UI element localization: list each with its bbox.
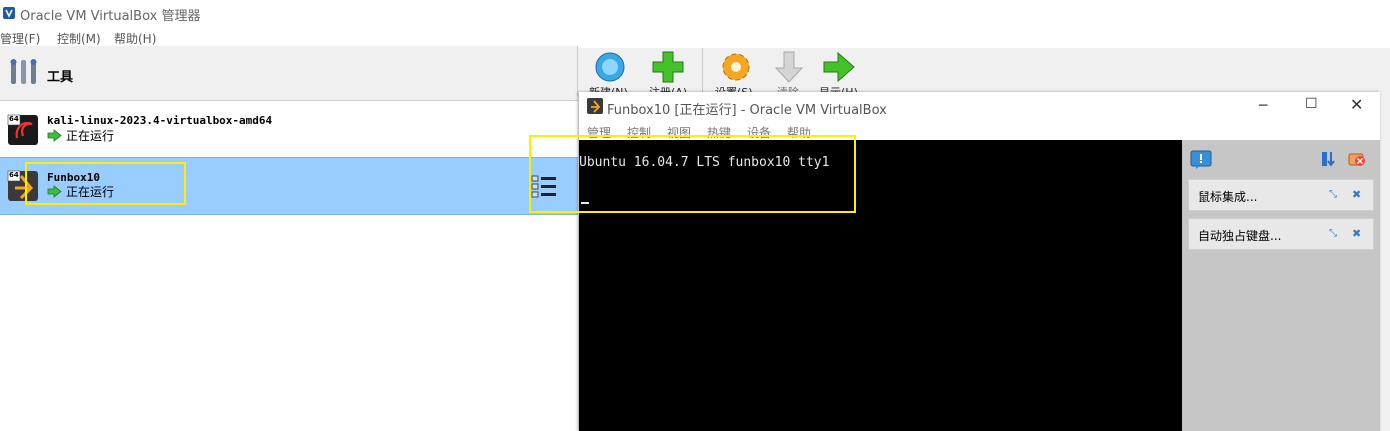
add-icon <box>652 51 684 83</box>
vm-row-kali[interactable]: 64 kali-linux-2023.4-virtualbox-amd64 正在… <box>0 101 578 157</box>
maximize-icon[interactable]: ☐ <box>1305 96 1318 112</box>
notification-center: 鼠标集成... ⤡ ✖ 自动独占键盘... ⤡ ✖ <box>1182 140 1380 431</box>
minimize-icon[interactable]: ─ <box>1259 98 1267 114</box>
manager-title-bar: Oracle VM VirtualBox 管理器 <box>0 0 1390 28</box>
tools-icon <box>10 59 37 84</box>
close-notice-icon[interactable]: ✖ <box>1352 227 1361 240</box>
toggle-notice-icon[interactable]: ⤡ <box>1329 189 1337 200</box>
toggle-notice-icon[interactable]: ⤡ <box>1329 228 1337 239</box>
discard-button[interactable]: 清除 <box>769 48 809 99</box>
menu-control[interactable]: 控制(M) <box>57 30 101 47</box>
add-button[interactable]: 注册(A) <box>645 48 693 99</box>
arch-badge: 64 <box>9 115 19 123</box>
virtualbox-logo-icon <box>3 7 15 19</box>
show-button[interactable]: 显示(H) <box>817 48 865 99</box>
menu-help[interactable]: 帮助(H) <box>114 30 156 47</box>
menu-manage[interactable]: 管理(F) <box>0 30 40 47</box>
close-icon[interactable]: ✕ <box>1350 95 1363 114</box>
ubuntu-os-icon <box>587 98 603 114</box>
notification-icon[interactable] <box>1190 150 1212 170</box>
sort-icon[interactable] <box>1320 150 1338 168</box>
notice-mouse-integration[interactable]: 鼠标集成... ⤡ ✖ <box>1188 179 1374 211</box>
highlight-box-vm-name <box>25 162 186 205</box>
tools-label: 工具 <box>47 70 74 85</box>
new-icon <box>595 52 625 82</box>
highlight-box-console <box>529 135 856 213</box>
main-toolbar: 新建(N) 注册(A) 设置(S) 清除 显示(H) <box>583 46 883 99</box>
dismiss-all-icon[interactable] <box>1348 150 1366 168</box>
tools-item[interactable]: 工具 <box>0 46 578 101</box>
pane-splitter[interactable] <box>577 46 578 96</box>
manager-menubar: 管理(F) 控制(M) 帮助(H) <box>0 28 1390 48</box>
vm-title: Funbox10 [正在运行] - Oracle VM VirtualBox <box>607 103 887 118</box>
show-icon <box>823 51 855 83</box>
settings-button[interactable]: 设置(S) <box>711 48 759 99</box>
settings-icon <box>722 53 750 81</box>
manager-title: Oracle VM VirtualBox 管理器 <box>20 9 201 24</box>
vm-name: kali-linux-2023.4-virtualbox-amd64 <box>47 114 273 127</box>
new-button[interactable]: 新建(N) <box>585 48 633 99</box>
running-arrow-icon <box>47 129 62 142</box>
vm-title-bar: Funbox10 [正在运行] - Oracle VM VirtualBox ─… <box>579 92 1380 120</box>
arch-badge: 64 <box>9 171 19 179</box>
notice-keyboard-capture[interactable]: 自动独占键盘... ⤡ ✖ <box>1188 218 1374 250</box>
close-notice-icon[interactable]: ✖ <box>1352 188 1361 201</box>
vm-state: 正在运行 <box>66 129 115 143</box>
discard-icon <box>774 51 804 83</box>
toolbar-separator <box>702 48 703 92</box>
